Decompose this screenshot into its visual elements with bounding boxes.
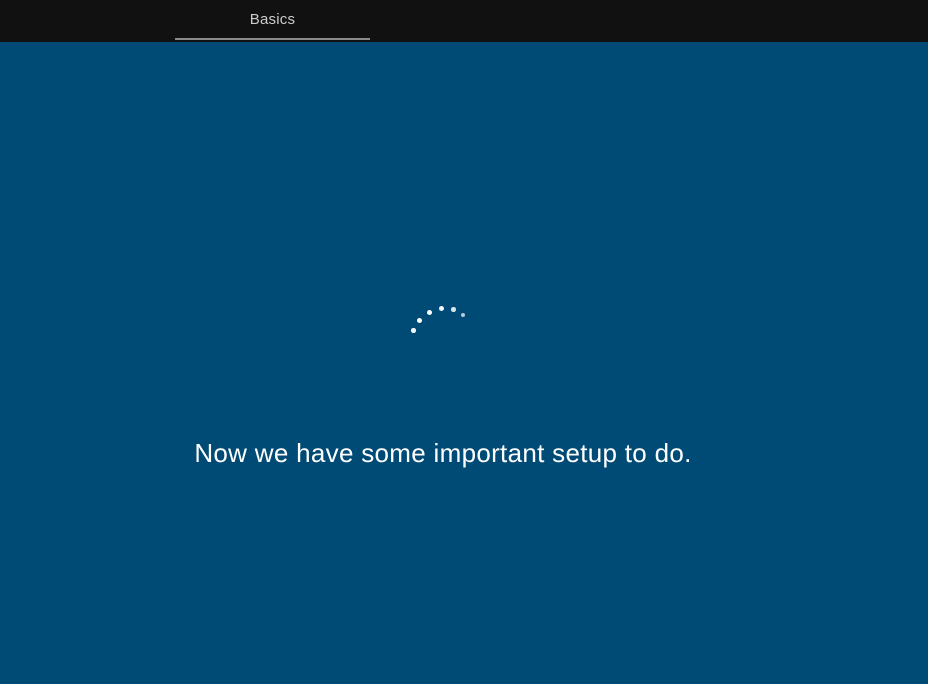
setup-content-area: Now we have some important setup to do. (0, 42, 928, 684)
loading-spinner-container (407, 300, 467, 360)
setup-status-message: Now we have some important setup to do. (0, 438, 886, 469)
header-bar: Basics (0, 0, 928, 42)
tab-basics[interactable]: Basics (175, 0, 370, 40)
tab-label: Basics (250, 11, 295, 28)
loading-spinner-icon (407, 300, 467, 360)
